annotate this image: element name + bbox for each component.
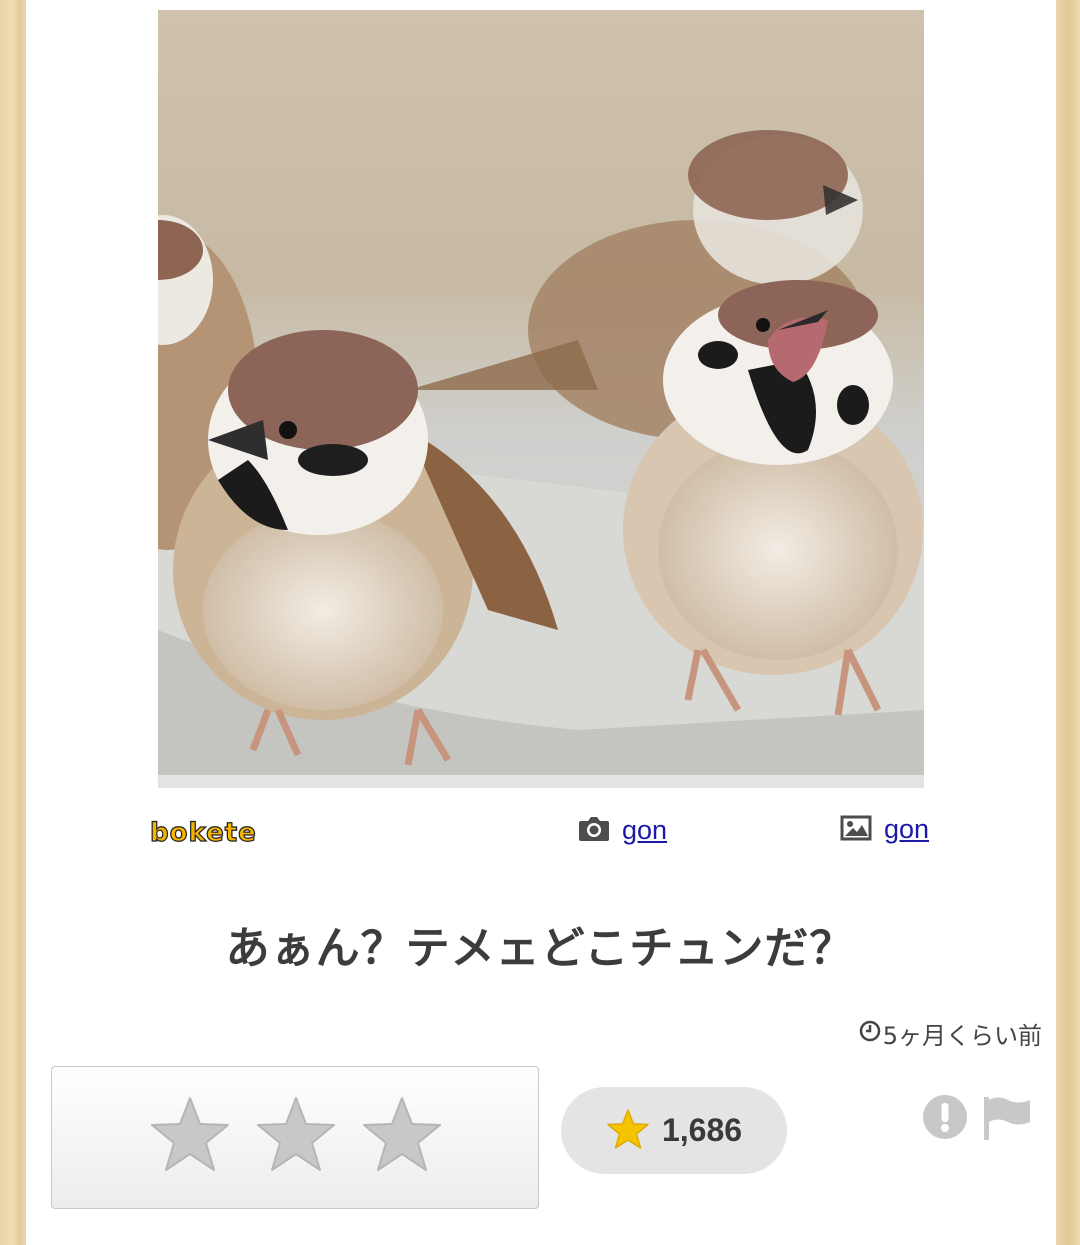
photo-credit-user-link[interactable]: gon xyxy=(622,815,667,846)
rate-star-1-icon[interactable] xyxy=(150,1095,230,1177)
photo-credit: gon xyxy=(578,814,667,846)
wood-background-right xyxy=(1056,0,1080,1245)
star-icon xyxy=(606,1108,650,1154)
rating-box xyxy=(51,1066,539,1209)
image-icon xyxy=(840,815,872,845)
bokete-logo[interactable]: bokete xyxy=(149,817,257,848)
score-count: 1,686 xyxy=(661,1112,743,1148)
camera-icon xyxy=(578,814,610,846)
rate-star-2-icon[interactable] xyxy=(256,1095,336,1177)
score-badge[interactable]: 1,686 xyxy=(561,1087,787,1174)
time-ago-text: 5ヶ月くらい前 xyxy=(882,1022,1042,1050)
exclamation-icon[interactable] xyxy=(922,1094,968,1144)
clock-icon xyxy=(859,1020,881,1048)
flag-icon[interactable] xyxy=(980,1094,1034,1146)
post-time: 5ヶ月くらい前 xyxy=(859,1016,1042,1051)
image-credit-user-link[interactable]: gon xyxy=(884,814,929,845)
credit-row: bokete gon gon xyxy=(0,810,1080,854)
image-credit: gon xyxy=(840,814,929,845)
boke-caption: あぁん？テメェどこチュンだ？ xyxy=(225,923,855,974)
post-photo[interactable] xyxy=(158,10,924,788)
rate-star-3-icon[interactable] xyxy=(362,1095,442,1177)
